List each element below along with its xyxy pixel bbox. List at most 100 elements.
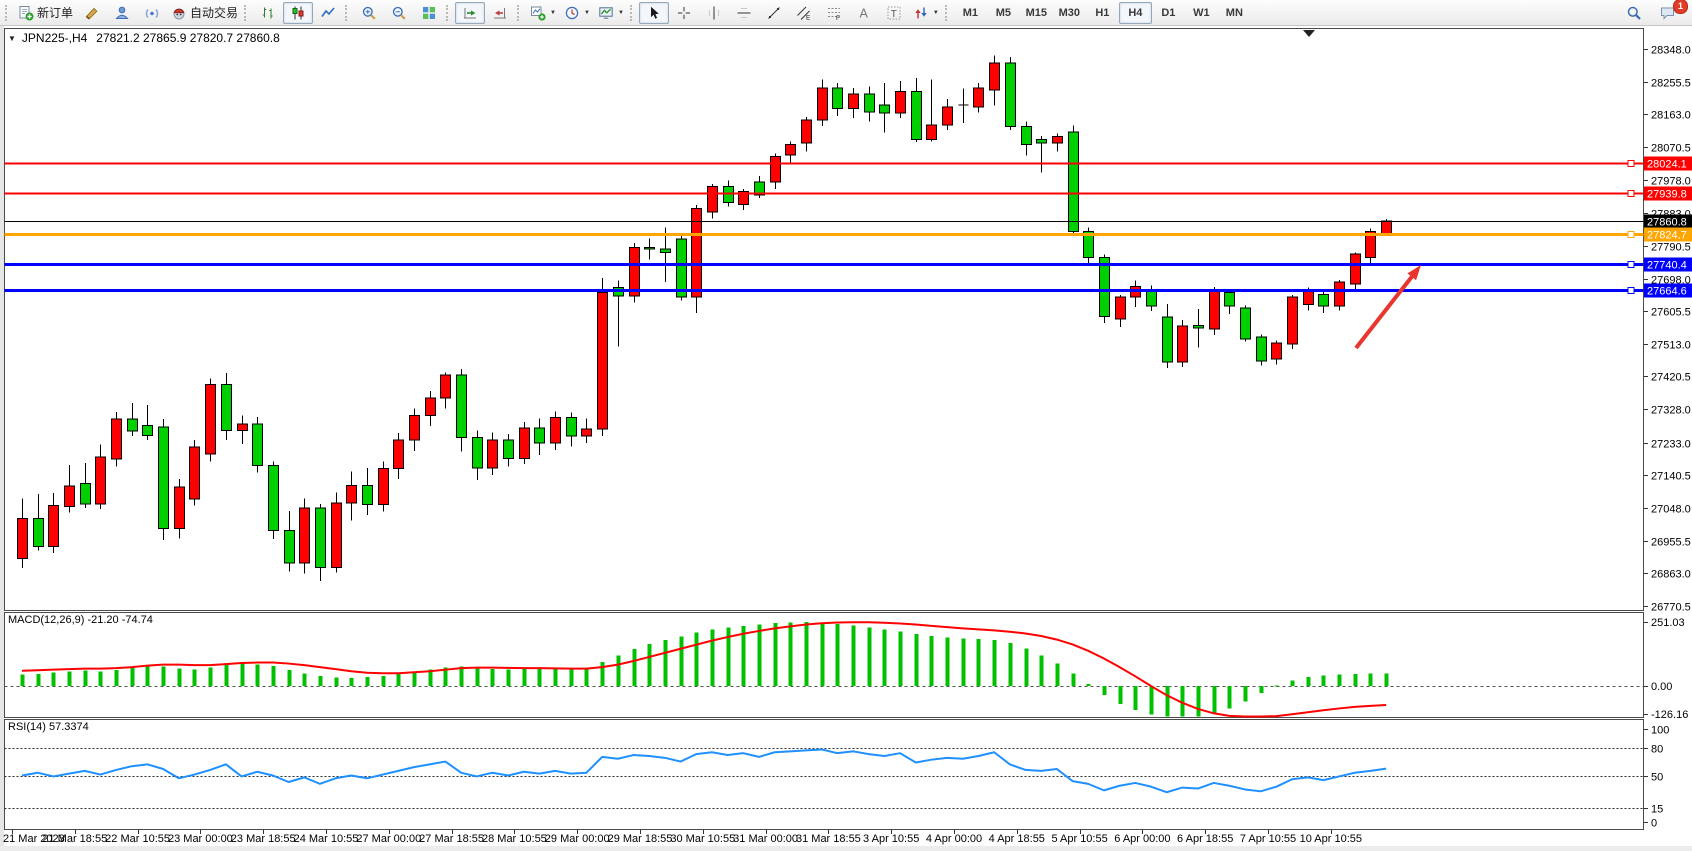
time-tick-label: 3 Apr 10:55 [863, 833, 919, 845]
price-tick-label: 26770.5 [1651, 602, 1691, 614]
time-tick-label: 4 Apr 18:55 [989, 833, 1045, 845]
trendline-button[interactable] [759, 2, 789, 24]
signals-button[interactable] [137, 2, 167, 24]
macd-histogram-bar [633, 649, 637, 686]
toolbar-group-grip[interactable] [244, 5, 250, 21]
tf-w1-label: W1 [1193, 7, 1210, 19]
auto-scroll-button[interactable] [455, 2, 485, 24]
tiles-icon [421, 5, 437, 21]
line-chart-button[interactable] [313, 2, 343, 24]
chart-shift-button[interactable] [485, 2, 515, 24]
price-badge-label: 27740.4 [1647, 260, 1687, 272]
svg-text:A: A [859, 6, 868, 20]
time-tick-label: 28 Mar 10:55 [482, 833, 547, 845]
dropdown-caret-icon[interactable]: ▼ [584, 10, 590, 16]
search-button[interactable] [1619, 2, 1649, 24]
time-tick-label: 23 Mar 00:00 [168, 833, 233, 845]
line-handle[interactable] [1628, 232, 1634, 238]
dropdown-caret-icon[interactable]: ▼ [618, 10, 624, 16]
new-chart-button[interactable]: ▼ [526, 2, 560, 24]
macd-histogram-bar [868, 627, 872, 686]
tf-m15[interactable]: M15 [1020, 2, 1053, 24]
tf-h1[interactable]: H1 [1086, 2, 1119, 24]
macd-histogram-bar [962, 639, 966, 686]
tile-windows-button[interactable] [414, 2, 444, 24]
zoom-in-button[interactable] [354, 2, 384, 24]
tf-mn[interactable]: MN [1218, 2, 1251, 24]
toolbar-group-grip[interactable] [945, 5, 951, 21]
equidistant-channel-button[interactable]: E [789, 2, 819, 24]
candle [269, 461, 279, 539]
candlestick-chart-button[interactable] [283, 2, 313, 24]
candle [190, 440, 200, 505]
crosshair-button[interactable] [669, 2, 699, 24]
tf-m1[interactable]: M1 [954, 2, 987, 24]
symbol-dropdown-icon[interactable]: ▼ [8, 34, 16, 43]
macd-histogram-bar [977, 639, 981, 686]
macd-histogram-bar [946, 638, 950, 686]
community-button[interactable] [107, 2, 137, 24]
horizontal-line-button[interactable] [729, 2, 759, 24]
toolbar-group-grip[interactable] [517, 5, 523, 21]
line-handle[interactable] [1628, 161, 1634, 167]
macd-histogram-bar [382, 676, 386, 686]
price-tick-label: 28070.5 [1651, 143, 1691, 155]
tf-w1[interactable]: W1 [1185, 2, 1218, 24]
line-handle[interactable] [1628, 191, 1634, 197]
robot-icon [171, 5, 187, 21]
tf-d1[interactable]: D1 [1152, 2, 1185, 24]
tf-m5[interactable]: M5 [987, 2, 1020, 24]
templates-button[interactable]: ▼ [594, 2, 628, 24]
fibonacci-button[interactable]: F [819, 2, 849, 24]
main-toolbar: 新订单 自动交易 ▼ ▼ ▼ EFA T ▼ M1M5 M15 M30H1 H4 D1 W1 MN 1 [0, 0, 1692, 26]
macd-histogram-bar [538, 669, 542, 686]
macd-histogram-bar [507, 670, 511, 686]
periods-button[interactable]: ▼ [560, 2, 594, 24]
dropdown-caret-icon[interactable]: ▼ [933, 10, 939, 16]
svg-text:T: T [891, 9, 897, 20]
line-handle[interactable] [1628, 288, 1634, 294]
price-badge-label: 27664.6 [1647, 286, 1687, 298]
toolbar-group-grip[interactable] [630, 5, 636, 21]
autotrading-button-label: 自动交易 [190, 4, 238, 21]
tf-h4-label: H4 [1128, 7, 1142, 19]
vertical-line-button[interactable] [699, 2, 729, 24]
price-tick-label: 27328.0 [1651, 405, 1691, 417]
toolbar-group-grip[interactable] [345, 5, 351, 21]
price-tick-label: 27605.5 [1651, 307, 1691, 319]
text-a-icon: A [856, 5, 872, 21]
macd-histogram-bar [1009, 643, 1013, 686]
clock-icon [564, 5, 580, 21]
hline-icon [736, 5, 752, 21]
time-tick-label: 27 Mar 18:55 [419, 833, 484, 845]
tf-m30[interactable]: M30 [1053, 2, 1086, 24]
candle [520, 422, 530, 464]
macd-histogram-bar [1213, 686, 1217, 714]
autotrading-button[interactable]: 自动交易 [167, 2, 242, 24]
price-tick-label: 27420.5 [1651, 372, 1691, 384]
macd-histogram-bar [1087, 684, 1091, 686]
arrows-button[interactable]: ▼ [909, 2, 943, 24]
macd-histogram-bar [648, 644, 652, 686]
text-button[interactable]: A [849, 2, 879, 24]
time-axis: 21 Mar 202321 Mar 18:5522 Mar 10:5523 Ma… [3, 830, 1362, 846]
tf-mn-label: MN [1226, 7, 1243, 19]
notifications-button[interactable]: 1 [1653, 2, 1683, 24]
macd-histogram-bar [303, 673, 307, 686]
candle [379, 461, 389, 511]
styles-button[interactable] [77, 2, 107, 24]
line-handle[interactable] [1628, 262, 1634, 268]
tf-m15-label: M15 [1026, 7, 1047, 19]
zoom-out-button[interactable] [384, 2, 414, 24]
text-label-button[interactable]: T [879, 2, 909, 24]
macd-histogram-bar [1197, 686, 1201, 717]
macd-histogram-bar [52, 673, 56, 686]
toolbar-group-grip[interactable] [446, 5, 452, 21]
bar-chart-button[interactable] [253, 2, 283, 24]
toolbar-group-grip[interactable] [5, 5, 11, 21]
cursor-icon [646, 5, 662, 21]
dropdown-caret-icon[interactable]: ▼ [550, 10, 556, 16]
new-order-button[interactable]: 新订单 [14, 2, 77, 24]
cursor-button[interactable] [639, 2, 669, 24]
tf-h4[interactable]: H4 [1119, 2, 1152, 24]
